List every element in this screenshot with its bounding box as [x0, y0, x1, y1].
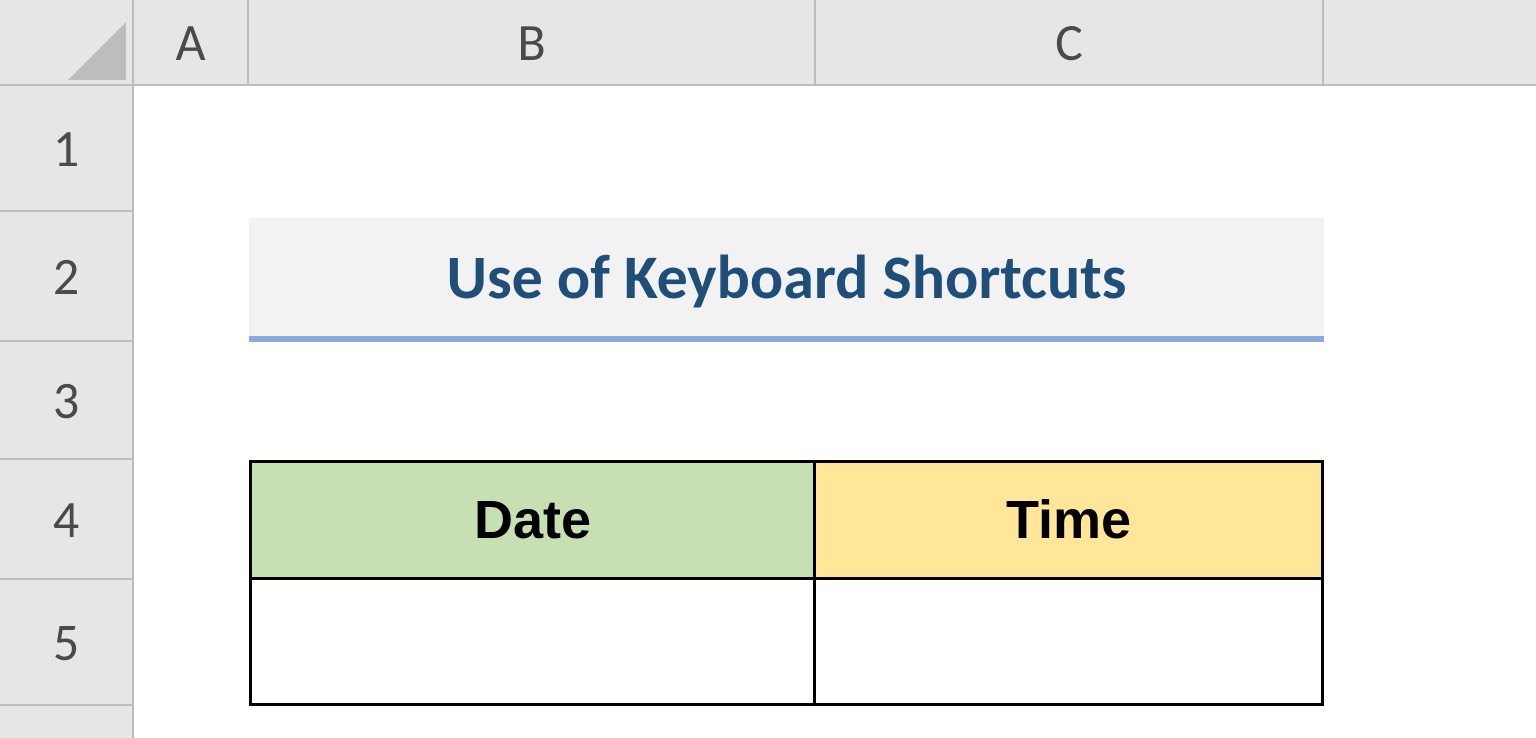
spreadsheet-viewport: A B C 1 2 Use of Keyboard Shortcuts 3 4 … [0, 0, 1536, 738]
select-all-triangle-icon [68, 22, 126, 80]
cell-B5-date-value[interactable] [249, 580, 816, 706]
row-5: 5 [0, 580, 1536, 706]
row-4: 4 Date Time [0, 460, 1536, 580]
title-heading: Use of Keyboard Shortcuts [249, 218, 1324, 342]
column-header-B[interactable]: B [249, 0, 816, 86]
cell-B3-C3[interactable] [249, 342, 1324, 460]
row-header-3[interactable]: 3 [0, 342, 134, 460]
cell-rest-2[interactable] [1324, 212, 1536, 342]
cell-rest-4[interactable] [1324, 460, 1536, 580]
row-header-4[interactable]: 4 [0, 460, 134, 580]
row-rest [0, 706, 1536, 738]
row-header-1[interactable]: 1 [0, 86, 134, 212]
cell-A1[interactable] [134, 86, 249, 212]
row-3: 3 [0, 342, 1536, 460]
row-header-5[interactable]: 5 [0, 580, 134, 706]
cell-A3[interactable] [134, 342, 249, 460]
table-header-date[interactable]: Date [249, 460, 816, 580]
cell-A4[interactable] [134, 460, 249, 580]
cell-C5-time-value[interactable] [816, 580, 1324, 706]
column-header-row: A B C [0, 0, 1536, 86]
column-header-blank[interactable] [1324, 0, 1536, 86]
cell-rest-1[interactable] [1324, 86, 1536, 212]
cell-rest-3[interactable] [1324, 342, 1536, 460]
table-header-time[interactable]: Time [816, 460, 1324, 580]
cell-B2-C2-merged[interactable]: Use of Keyboard Shortcuts [249, 212, 1324, 342]
cell-A5[interactable] [134, 580, 249, 706]
table-data-row [249, 580, 1324, 706]
cell-B1-C1[interactable] [249, 86, 1324, 212]
cell-rest-end[interactable] [1324, 706, 1536, 738]
table-header-row: Date Time [249, 460, 1324, 580]
row-1: 1 [0, 86, 1536, 212]
cell-rest-BC[interactable] [249, 706, 1324, 738]
select-all-corner[interactable] [0, 0, 134, 86]
column-header-A[interactable]: A [134, 0, 249, 86]
column-header-C[interactable]: C [816, 0, 1324, 86]
row-header-2[interactable]: 2 [0, 212, 134, 342]
row-header-rest[interactable] [0, 706, 134, 738]
cell-rest-5[interactable] [1324, 580, 1536, 706]
cell-A2[interactable] [134, 212, 249, 342]
cell-rest-A[interactable] [134, 706, 249, 738]
row-2: 2 Use of Keyboard Shortcuts [0, 212, 1536, 342]
